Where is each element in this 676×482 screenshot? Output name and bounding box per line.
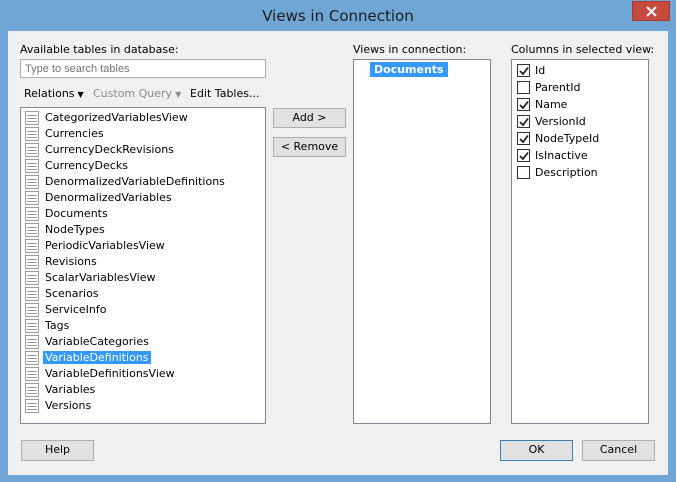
column-name: Id <box>535 64 546 77</box>
table-name: ScalarVariablesView <box>45 271 156 284</box>
table-icon <box>25 175 39 189</box>
cancel-button[interactable]: Cancel <box>582 440 655 461</box>
table-name: CurrencyDeckRevisions <box>45 143 174 156</box>
columns-list[interactable]: Id ParentId Name VersionId NodeTypeId IsInact… <box>511 59 649 424</box>
checkmark-icon <box>519 100 529 110</box>
table-name: Currencies <box>45 127 104 140</box>
table-icon <box>25 319 39 333</box>
table-icon <box>25 271 39 285</box>
column-name: Description <box>535 166 598 179</box>
table-icon <box>25 143 39 157</box>
checkmark-icon <box>519 66 529 76</box>
view-list-item[interactable]: Documents <box>370 62 448 77</box>
table-icon <box>25 399 39 413</box>
table-icon <box>25 303 39 317</box>
column-checkbox[interactable] <box>517 81 530 94</box>
column-checkbox[interactable] <box>517 166 530 179</box>
table-icon <box>25 383 39 397</box>
checkmark-icon <box>519 151 529 161</box>
column-name: IsInactive <box>535 149 588 162</box>
window-title: Views in Connection <box>262 7 414 25</box>
edit-tables-button[interactable]: Edit Tables... <box>190 87 259 100</box>
column-name: Name <box>535 98 568 111</box>
table-name: Variables <box>45 383 96 396</box>
column-checkbox[interactable] <box>517 115 530 128</box>
table-name: DenormalizedVariableDefinitions <box>45 175 225 188</box>
table-icon <box>25 207 39 221</box>
table-name: CategorizedVariablesView <box>45 111 188 124</box>
column-checkbox[interactable] <box>517 98 530 111</box>
table-icon <box>25 367 39 381</box>
available-tables-label: Available tables in database: <box>20 43 179 56</box>
table-icon <box>25 351 39 365</box>
table-name: Scenarios <box>45 287 99 300</box>
table-name: NodeTypes <box>45 223 105 236</box>
add-button[interactable]: Add > <box>273 108 346 128</box>
column-name: NodeTypeId <box>535 132 600 145</box>
checkmark-icon <box>519 134 529 144</box>
relations-menu-button[interactable]: Relations ▼ <box>24 87 84 100</box>
table-name: ServiceInfo <box>45 303 107 316</box>
table-icon <box>25 287 39 301</box>
table-name: PeriodicVariablesView <box>45 239 165 252</box>
relations-label: Relations <box>24 87 75 100</box>
table-icon <box>25 255 39 269</box>
table-icon <box>25 127 39 141</box>
column-checkbox[interactable] <box>517 64 530 77</box>
table-icon <box>25 191 39 205</box>
table-icon <box>25 239 39 253</box>
views-list[interactable]: Documents <box>353 59 491 424</box>
remove-button[interactable]: < Remove <box>273 137 346 157</box>
help-button[interactable]: Help <box>21 440 94 461</box>
table-name: Revisions <box>45 255 97 268</box>
table-icon <box>25 223 39 237</box>
table-name: Versions <box>45 399 92 412</box>
dialog-window: Views in Connection Available tables in … <box>0 0 676 482</box>
table-name: DenormalizedVariables <box>45 191 172 204</box>
custom-query-menu-button[interactable]: Custom Query ▼ <box>93 87 181 100</box>
table-icon <box>25 335 39 349</box>
checkmark-icon <box>519 117 529 127</box>
table-name: VariableDefinitions <box>43 351 151 364</box>
close-button[interactable] <box>632 1 670 21</box>
column-name: ParentId <box>535 81 581 94</box>
chevron-down-icon: ▼ <box>77 90 84 99</box>
columns-label: Columns in selected view: <box>511 43 655 56</box>
table-name: CurrencyDecks <box>45 159 128 172</box>
table-icon <box>25 159 39 173</box>
table-name: VariableDefinitionsView <box>45 367 175 380</box>
table-name: Tags <box>45 319 70 332</box>
close-icon <box>646 6 657 17</box>
custom-query-label: Custom Query <box>93 87 173 100</box>
column-name: VersionId <box>535 115 586 128</box>
column-checkbox[interactable] <box>517 132 530 145</box>
chevron-down-icon: ▼ <box>175 90 182 99</box>
available-tables-list[interactable]: CategorizedVariablesView Currencies Curren… <box>20 107 266 424</box>
table-name: Documents <box>45 207 108 220</box>
ok-button[interactable]: OK <box>500 440 573 461</box>
views-in-connection-label: Views in connection: <box>353 43 467 56</box>
table-icon <box>25 111 39 125</box>
title-bar: Views in Connection <box>0 0 676 31</box>
column-checkbox[interactable] <box>517 149 530 162</box>
table-search-input[interactable] <box>20 59 266 78</box>
table-name: VariableCategories <box>45 335 149 348</box>
dialog-client: Available tables in database: Relations▼… <box>8 31 668 475</box>
